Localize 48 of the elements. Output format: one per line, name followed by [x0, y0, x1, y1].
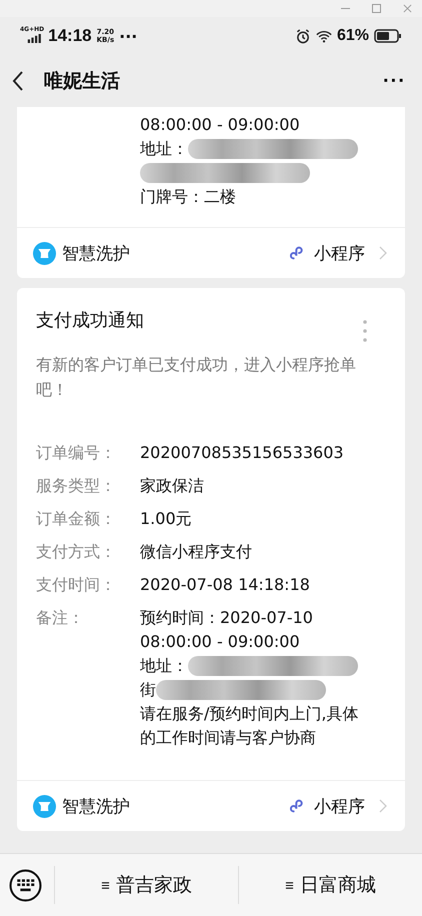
remark-line: 地址：	[140, 138, 188, 160]
battery-icon	[374, 29, 402, 43]
source-name[interactable]: 智慧洗护	[62, 242, 130, 264]
more-indicator: ···	[119, 26, 138, 46]
field-label: 服务类型：	[36, 475, 117, 497]
menu-icon	[285, 880, 294, 890]
back-icon[interactable]	[12, 70, 24, 92]
card-message: 有新的客户订单已支付成功，进入小程序抢单吧！	[35, 354, 357, 401]
chevron-icon[interactable]	[379, 246, 387, 260]
wifi-icon	[316, 28, 332, 44]
source-name[interactable]: 智慧洗护	[62, 794, 130, 818]
field-label: 支付时间：	[36, 574, 117, 596]
remark-line: 的工作时间请与客户协商	[140, 727, 316, 749]
clock-time: 14:18	[48, 26, 92, 46]
maximize-icon[interactable]	[372, 4, 381, 13]
remark-line: 08:00:00 - 09:00:00	[140, 631, 300, 653]
more-button[interactable]: ···	[379, 70, 410, 92]
menu-button[interactable]: 日富商城	[238, 866, 422, 904]
field-label: 订单编号：	[36, 442, 117, 464]
alarm-icon	[294, 28, 311, 44]
field-value: 微信小程序支付	[140, 541, 252, 563]
mini-program-label[interactable]: 小程序	[314, 242, 365, 264]
field-label: 支付方式：	[36, 541, 117, 563]
app-logo-icon	[33, 242, 56, 264]
signal-icon	[27, 34, 44, 42]
remark-line: 请在服务/预约时间内上门,具体	[140, 703, 358, 725]
mini-program-label[interactable]: 小程序	[314, 794, 365, 818]
chevron-icon[interactable]	[379, 799, 387, 813]
chat-title: 唯妮生活	[44, 69, 120, 94]
field-label: 订单金额：	[36, 508, 117, 530]
close-icon[interactable]	[403, 4, 412, 13]
menu-icon	[101, 880, 110, 890]
more-icon[interactable]	[363, 320, 367, 342]
field-value: 2020-07-08 14:18:18	[140, 574, 310, 596]
app-logo-icon	[33, 794, 56, 818]
field-label: 备注：	[36, 607, 85, 629]
keyboard-icon[interactable]	[9, 868, 42, 902]
menu-button[interactable]: 普吉家政	[54, 866, 238, 904]
field-value: 20200708535156533603	[140, 442, 344, 464]
remark-line: 地址：	[140, 655, 188, 677]
remark-line: 门牌号：二楼	[140, 186, 236, 208]
field-value: 家政保洁	[140, 475, 204, 497]
battery-percent: 61%	[336, 27, 369, 45]
remark-line: 预约时间：2020-07-10	[140, 607, 313, 629]
remark-line: 街	[140, 679, 156, 701]
remark-line: 08:00:00 - 09:00:00	[140, 114, 300, 136]
field-value: 1.00元	[140, 508, 192, 530]
card-title: 支付成功通知	[36, 309, 144, 332]
